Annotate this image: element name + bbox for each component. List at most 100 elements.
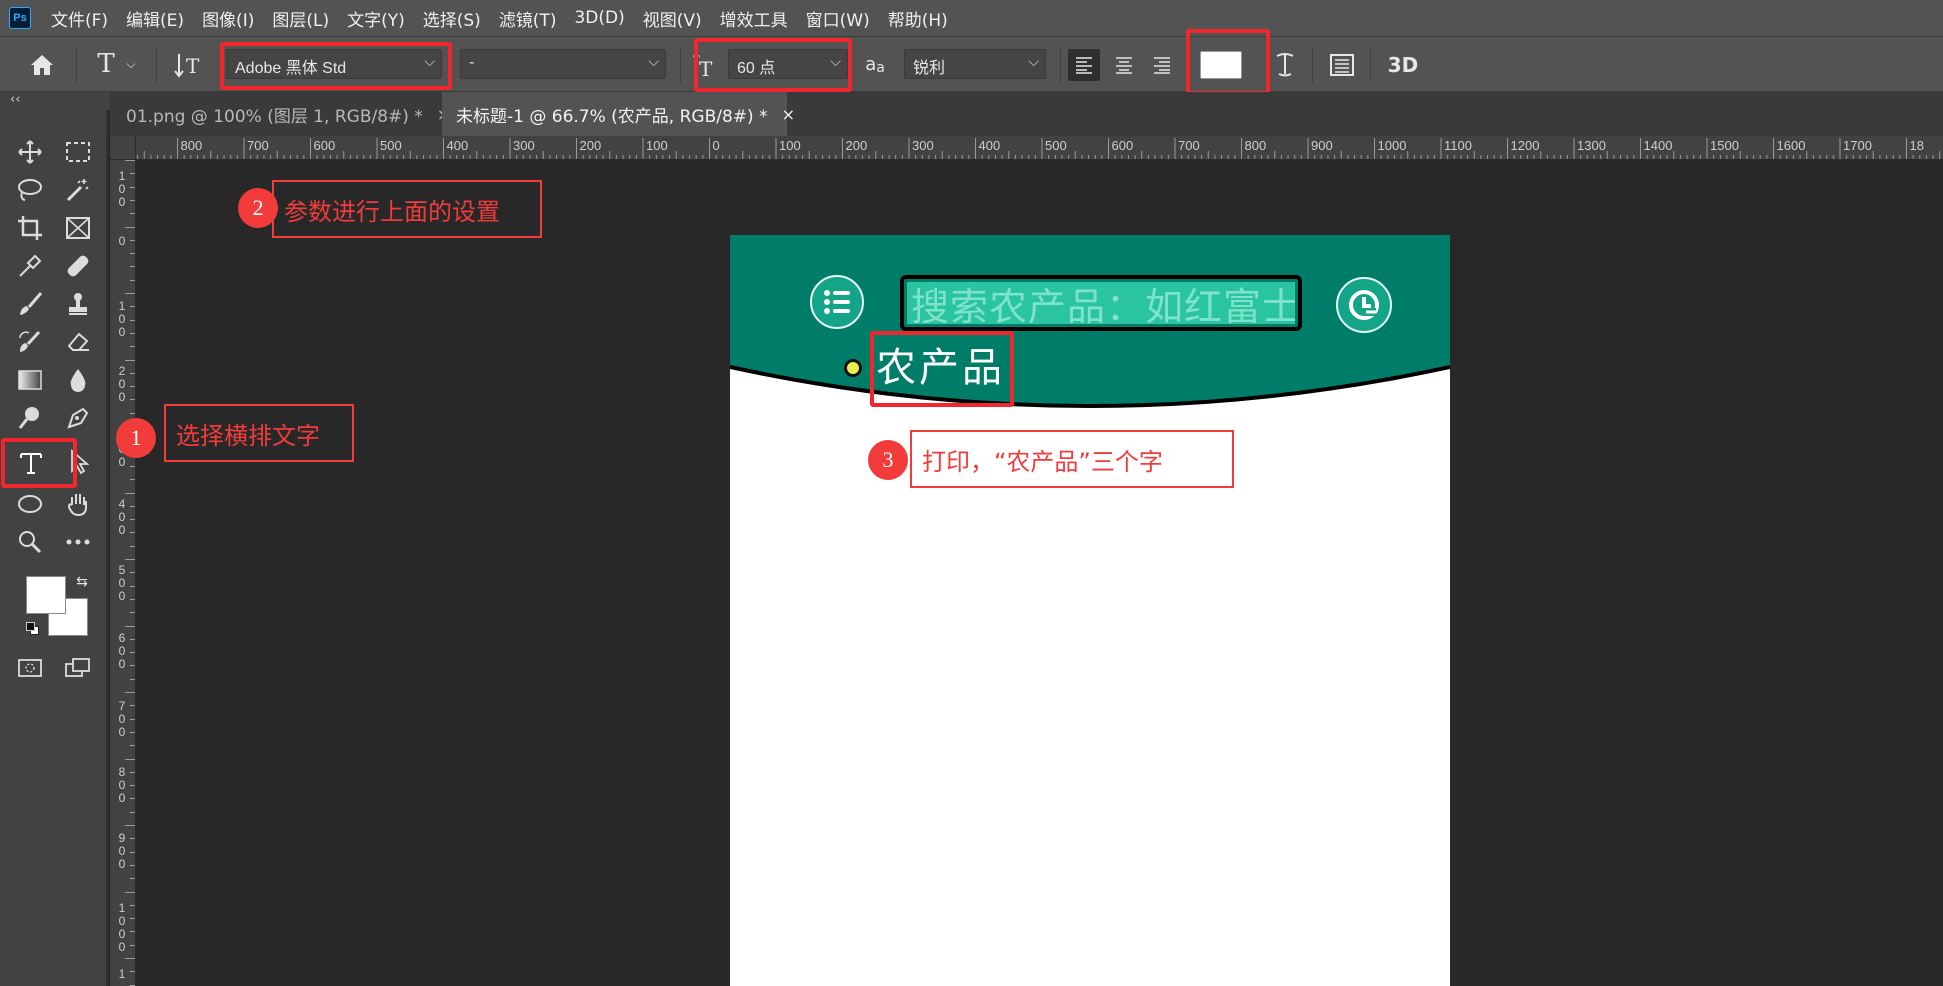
ruler-tick	[130, 851, 135, 853]
ruler-tick	[125, 891, 135, 893]
ruler-tick	[130, 838, 135, 840]
ruler-tick	[125, 958, 135, 959]
menu-help[interactable]: 帮助(H)	[888, 6, 948, 31]
document-canvas[interactable]: 搜索农产品：如红富士 农产品	[730, 235, 1450, 986]
ruler-label: 1600	[1777, 138, 1806, 153]
ruler-tick	[130, 306, 135, 308]
options-bar: T ⌵ T Adobe 黑体 Std ⌵ - ⌵ TT 60 点 ⌵ aa 锐利	[0, 29, 1943, 95]
tab-untitled-1[interactable]: 未标题-1 @ 66.7% (农产品, RGB/8#) * ×	[442, 92, 795, 136]
ruler-tick	[130, 479, 135, 481]
ruler-tick	[130, 718, 135, 720]
font-style-select[interactable]: - ⌵	[460, 49, 666, 79]
eyedropper-icon[interactable]	[10, 248, 50, 284]
ruler-tick	[130, 239, 135, 241]
ruler-tick	[125, 758, 135, 760]
annotation-1-label: 选择横排文字	[164, 404, 354, 462]
menu-image[interactable]: 图像(I)	[202, 6, 254, 31]
ruler-tick	[125, 226, 135, 228]
foreground-color-swatch[interactable]	[26, 576, 66, 614]
toggle-text-orientation-icon[interactable]: T	[172, 49, 204, 81]
ruler-label: 1100	[1444, 138, 1472, 153]
menu-file[interactable]: 文件(F)	[51, 6, 108, 31]
document-tab-bar: 01.png @ 100% (图层 1, RGB/8#) * × 未标题-1 @…	[110, 92, 1943, 136]
healing-brush-icon[interactable]	[58, 248, 98, 284]
move-tool-icon[interactable]	[10, 134, 50, 170]
chevron-down-icon[interactable]: ⌵	[124, 53, 138, 75]
character-panel-icon[interactable]	[1326, 49, 1358, 81]
ruler-origin	[110, 136, 136, 160]
ruler-tick	[130, 944, 135, 946]
panel-collapse-toggle[interactable]: ‹‹	[0, 92, 110, 110]
annotation-1-badge: 1	[116, 418, 156, 458]
pen-tool-icon[interactable]	[58, 400, 98, 436]
search-input[interactable]: 搜索农产品：如红富士	[900, 275, 1302, 331]
annotation-3-badge: 3	[868, 440, 908, 480]
align-right-icon[interactable]	[1146, 49, 1178, 81]
ruler-tick	[130, 638, 135, 640]
crop-tool-icon[interactable]	[10, 210, 50, 246]
ruler-tick	[125, 625, 135, 627]
magic-wand-icon[interactable]	[58, 172, 98, 208]
ellipse-tool-icon[interactable]	[10, 486, 50, 522]
highlight-font-size	[694, 38, 852, 92]
default-colors-icon[interactable]	[26, 622, 40, 636]
menu-filter[interactable]: 滤镜(T)	[499, 6, 557, 31]
ruler-label: 4 0 0	[118, 497, 126, 537]
ruler-tick	[130, 412, 135, 414]
swap-colors-icon[interactable]: ⇆	[74, 574, 90, 590]
ruler-tick	[130, 811, 135, 813]
clone-stamp-icon[interactable]	[58, 286, 98, 322]
close-icon[interactable]: ×	[782, 105, 795, 124]
ruler-tick	[130, 904, 135, 906]
screen-mode-icon[interactable]	[58, 650, 98, 686]
highlight-type-tool	[1, 438, 77, 488]
tab-01-png[interactable]: 01.png @ 100% (图层 1, RGB/8#) * ×	[110, 92, 450, 136]
ruler-label: 1 0 0 0	[118, 901, 126, 954]
3d-icon[interactable]: 3D	[1386, 49, 1420, 81]
menu-select[interactable]: 选择(S)	[423, 6, 481, 31]
menu-edit[interactable]: 编辑(E)	[126, 6, 184, 31]
hand-tool-icon[interactable]	[58, 486, 98, 522]
eraser-icon[interactable]	[58, 324, 98, 360]
dodge-tool-icon[interactable]	[10, 400, 50, 436]
quick-mask-icon[interactable]	[10, 650, 50, 686]
ruler-tick	[125, 492, 135, 494]
menu-list-icon[interactable]	[810, 275, 864, 329]
brush-tool-icon[interactable]	[10, 286, 50, 322]
type-tool-preset-icon[interactable]: T	[92, 49, 120, 79]
ruler-label: 500	[1045, 138, 1067, 153]
ruler-label: 300	[513, 138, 535, 153]
menu-plugins[interactable]: 增效工具	[720, 6, 788, 31]
menu-3d[interactable]: 3D(D)	[574, 8, 624, 28]
ruler-label: 1 0 0	[118, 169, 126, 209]
gradient-tool-icon[interactable]	[10, 362, 50, 398]
menu-layer[interactable]: 图层(L)	[272, 6, 329, 31]
frame-tool-icon[interactable]	[58, 210, 98, 246]
ruler-tick	[130, 878, 135, 880]
ruler-tick	[125, 559, 135, 560]
antialias-select[interactable]: 锐利 ⌵	[904, 49, 1046, 79]
lasso-tool-icon[interactable]	[10, 172, 50, 208]
ruler-label: 800	[1245, 138, 1267, 153]
rectangular-marquee-icon[interactable]	[58, 134, 98, 170]
zoom-tool-icon[interactable]	[10, 524, 50, 560]
menu-bar: Ps 文件(F) 编辑(E) 图像(I) 图层(L) 文字(Y) 选择(S) 滤…	[0, 0, 1943, 36]
blur-tool-icon[interactable]	[58, 362, 98, 398]
ruler-tick	[130, 745, 135, 747]
align-center-icon[interactable]	[1108, 49, 1140, 81]
home-icon[interactable]	[28, 51, 56, 79]
history-clock-icon[interactable]	[1336, 277, 1392, 333]
align-left-icon[interactable]	[1068, 49, 1100, 81]
ruler-label: 2 0 0	[118, 364, 126, 404]
ruler-label: 1200	[1511, 138, 1540, 153]
ruler-label: 400	[447, 138, 469, 153]
menu-window[interactable]: 窗口(W)	[806, 6, 870, 31]
menu-type[interactable]: 文字(Y)	[347, 6, 405, 31]
ruler-label: 800	[181, 138, 203, 153]
more-tools-icon[interactable]	[58, 524, 98, 560]
menu-view[interactable]: 视图(V)	[643, 6, 702, 31]
history-brush-icon[interactable]	[10, 324, 50, 360]
warp-text-icon[interactable]	[1270, 49, 1300, 81]
ruler-tick	[130, 545, 135, 547]
ruler-tick	[130, 173, 135, 175]
